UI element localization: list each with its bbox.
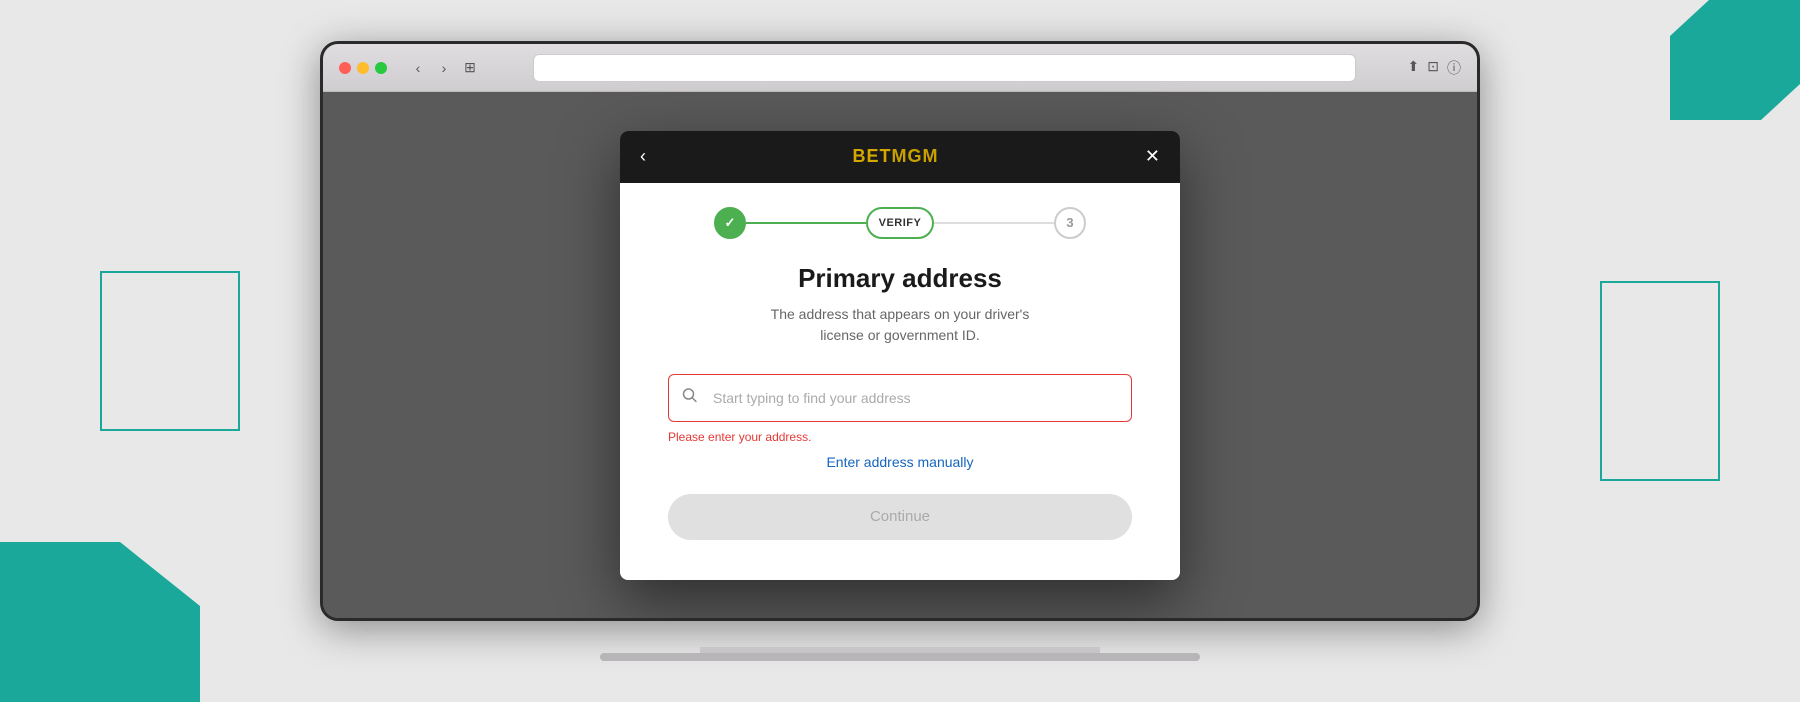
forward-nav-button[interactable]: › (433, 57, 455, 79)
deco-bottom-left (0, 542, 200, 702)
enter-address-manually-link[interactable]: Enter address manually (668, 454, 1132, 470)
logo-mgm-text: MGM (891, 146, 938, 166)
deco-left-outline (100, 271, 240, 431)
address-search-input[interactable] (668, 374, 1132, 422)
progress-stepper: ✓ VERIFY 3 (620, 183, 1180, 255)
modal-close-button[interactable]: ✕ (1145, 146, 1160, 167)
traffic-lights (339, 62, 387, 74)
step-line-2 (934, 222, 1054, 224)
step-2-active: VERIFY (866, 207, 934, 239)
close-window-button[interactable] (339, 62, 351, 74)
address-input-wrapper (668, 374, 1132, 422)
modal-dialog: ‹ BETMGM ✕ ✓ VERIFY 3 Primary address (620, 131, 1180, 580)
browser-chrome: ‹ › ⊞ ⬆ ⊡ ⓘ (323, 44, 1477, 92)
minimize-window-button[interactable] (357, 62, 369, 74)
step-1-done: ✓ (714, 207, 746, 239)
logo-bet-text: BET (852, 146, 891, 166)
modal-body: Primary address The address that appears… (620, 255, 1180, 580)
betmgm-logo: BETMGM (852, 146, 938, 167)
page-subtitle: The address that appears on your driver'… (668, 304, 1132, 346)
laptop-foot (600, 653, 1200, 661)
laptop-frame: ‹ › ⊞ ⬆ ⊡ ⓘ ‹ BETMGM (320, 41, 1480, 661)
continue-button[interactable]: Continue (668, 494, 1132, 540)
modal-header: ‹ BETMGM ✕ (620, 131, 1180, 183)
back-nav-button[interactable]: ‹ (407, 57, 429, 79)
laptop-screen: ‹ › ⊞ ⬆ ⊡ ⓘ ‹ BETMGM (320, 41, 1480, 621)
bookmark-icon[interactable]: ⊡ (1427, 58, 1439, 78)
step-3-inactive: 3 (1054, 207, 1086, 239)
deco-right-outline (1600, 281, 1720, 481)
info-icon[interactable]: ⓘ (1447, 58, 1461, 78)
nav-buttons: ‹ › ⊞ (407, 57, 481, 79)
search-icon (682, 387, 698, 408)
step-line-1 (746, 222, 866, 224)
share-icon[interactable]: ⬆ (1408, 58, 1420, 78)
maximize-window-button[interactable] (375, 62, 387, 74)
browser-content: ‹ BETMGM ✕ ✓ VERIFY 3 Primary address (323, 92, 1477, 618)
browser-toolbar-actions: ⬆ ⊡ ⓘ (1408, 58, 1461, 78)
sidebar-toggle-button[interactable]: ⊞ (459, 57, 481, 79)
deco-top-right (1670, 0, 1800, 120)
page-title: Primary address (668, 263, 1132, 294)
browser-address-bar[interactable] (533, 54, 1356, 82)
modal-back-button[interactable]: ‹ (640, 146, 646, 167)
address-error-message: Please enter your address. (668, 430, 1132, 444)
